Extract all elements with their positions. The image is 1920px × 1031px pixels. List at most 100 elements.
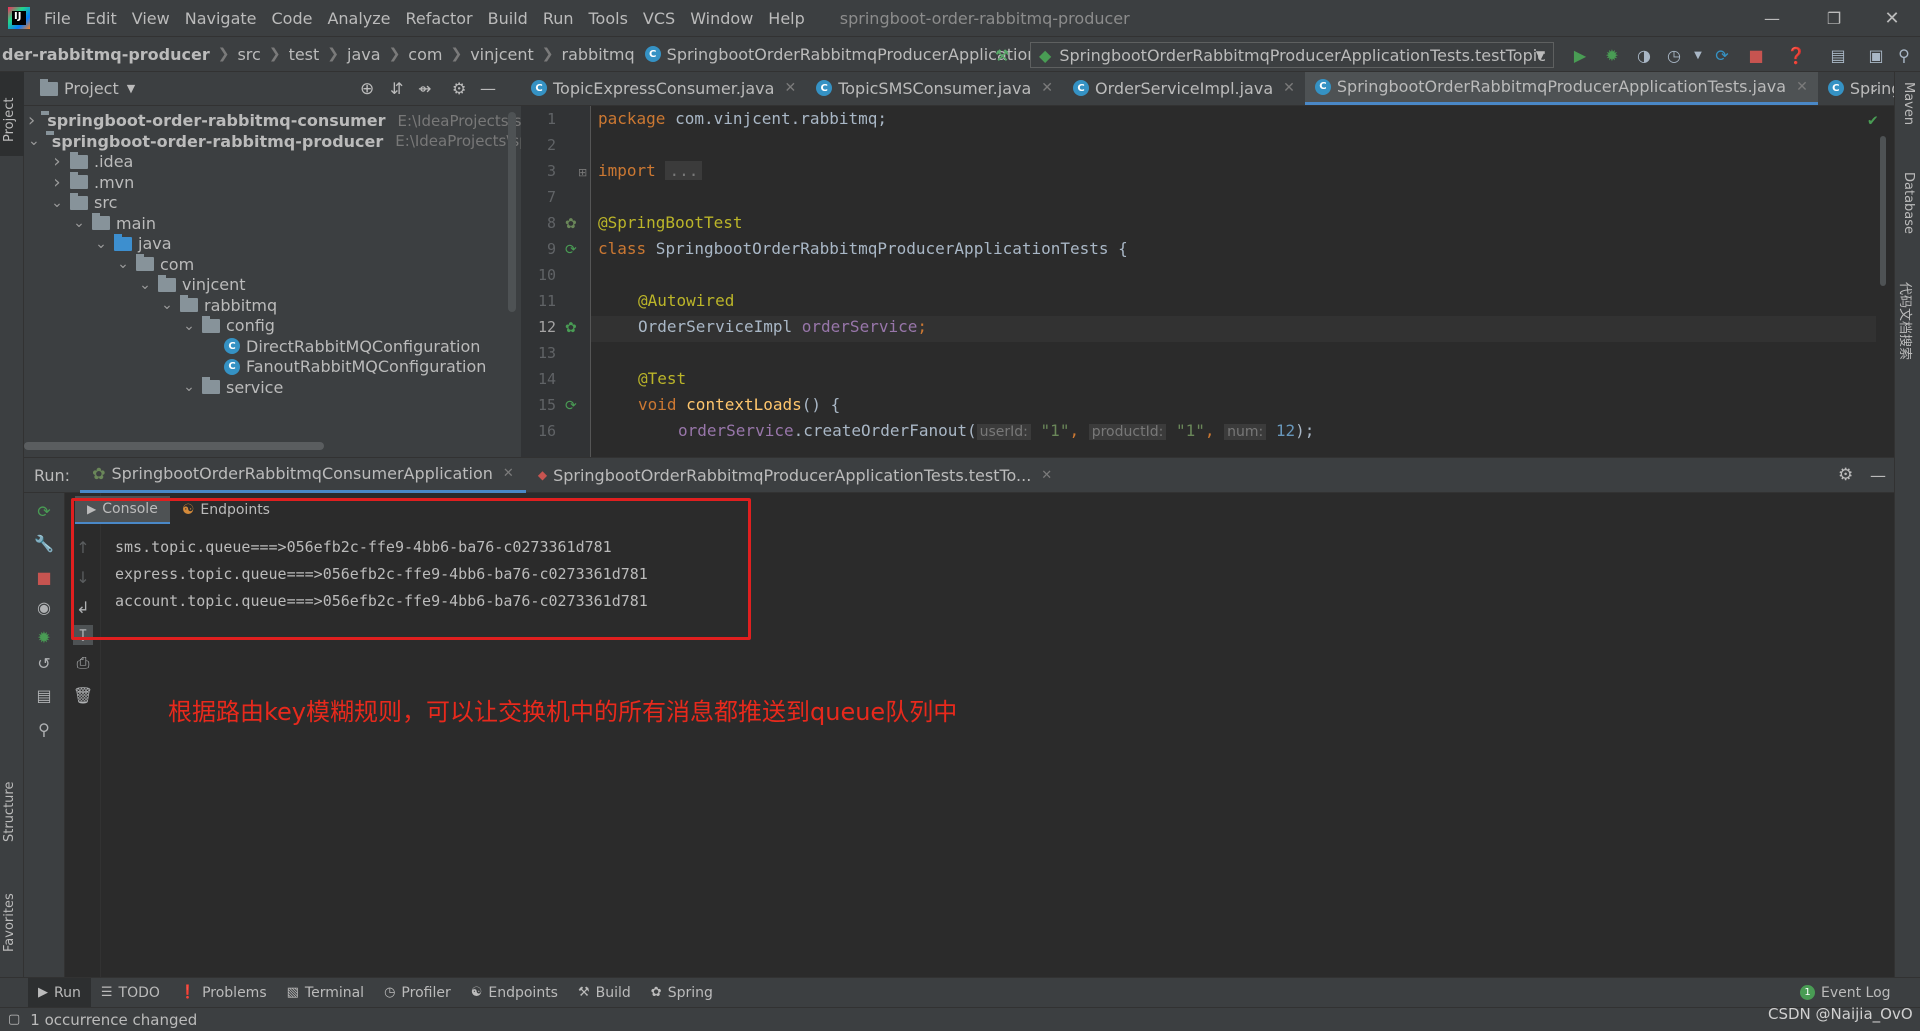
- tool-todo[interactable]: ☰ TODO: [91, 978, 170, 1008]
- tab-producer-application-tests[interactable]: C SpringbootOrderRabbitmqProducerApplica…: [1304, 72, 1818, 105]
- tab-topic-express-consumer[interactable]: C TopicExpressConsumer.java ✕: [521, 72, 806, 105]
- debugger-icon[interactable]: ✹: [34, 627, 54, 647]
- menu-tools[interactable]: Tools: [589, 9, 628, 28]
- tool-windows-toggle-icon[interactable]: ▢: [8, 1012, 20, 1027]
- chevron-down-icon[interactable]: ⌄: [50, 195, 64, 211]
- coverage-icon[interactable]: ◑: [1634, 45, 1654, 65]
- tab-order-service-impl[interactable]: C OrderServiceImpl.java ✕: [1063, 72, 1305, 105]
- menu-analyze[interactable]: Analyze: [327, 9, 390, 28]
- breadcrumb-src[interactable]: src: [237, 45, 260, 64]
- menu-help[interactable]: Help: [768, 9, 804, 28]
- doc-search-tab[interactable]: 代码文档搜索: [1897, 282, 1916, 360]
- menu-file[interactable]: File: [44, 9, 71, 28]
- wrench-icon[interactable]: 🔧: [34, 533, 54, 553]
- restore-icon[interactable]: ❐: [1806, 0, 1862, 36]
- menu-window[interactable]: Window: [690, 9, 753, 28]
- menu-navigate[interactable]: Navigate: [185, 9, 257, 28]
- tree-item[interactable]: ⌄ service: [24, 375, 521, 400]
- tab-topic-sms-consumer[interactable]: C TopicSMSConsumer.java ✕: [806, 72, 1063, 105]
- fold-icon[interactable]: ⊞: [578, 166, 587, 179]
- locate-icon[interactable]: ⊕: [360, 79, 374, 99]
- collapse-all-icon[interactable]: ⇴: [418, 79, 431, 98]
- menu-view[interactable]: View: [132, 9, 170, 28]
- breadcrumb-java[interactable]: java: [347, 45, 381, 64]
- menu-code[interactable]: Code: [272, 9, 313, 28]
- breadcrumb-vinjcent[interactable]: vinjcent: [470, 45, 534, 64]
- project-view-selector[interactable]: Project: [64, 79, 119, 98]
- chevron-down-icon[interactable]: ▼: [127, 82, 135, 95]
- menu-vcs[interactable]: VCS: [643, 9, 675, 28]
- print-icon[interactable]: ⎙: [73, 653, 93, 673]
- build-hammer-icon[interactable]: ⚒: [992, 45, 1012, 65]
- rerun-icon[interactable]: ⟳: [34, 501, 54, 521]
- close-tab-icon[interactable]: ✕: [503, 466, 514, 481]
- tool-terminal[interactable]: ▧ Terminal: [277, 978, 374, 1008]
- menu-run[interactable]: Run: [543, 9, 574, 28]
- exit-icon[interactable]: ↺: [34, 653, 54, 673]
- tool-build[interactable]: ⚒ Build: [568, 978, 641, 1008]
- tool-endpoints[interactable]: ☯ Endpoints: [461, 978, 568, 1008]
- breadcrumb-test[interactable]: test: [289, 45, 320, 64]
- close-tab-icon[interactable]: ✕: [1796, 79, 1808, 95]
- stop-icon[interactable]: ■: [34, 567, 54, 587]
- close-icon[interactable]: ✕: [1864, 0, 1920, 36]
- chevron-down-icon[interactable]: ⌄: [160, 297, 174, 313]
- code-editor[interactable]: package com.vinjcent.rabbitmq; import ..…: [598, 106, 1888, 457]
- tool-run[interactable]: ▶ Run: [28, 977, 91, 1008]
- profile-dropdown-icon[interactable]: ▼: [1688, 45, 1708, 65]
- tool-event-log[interactable]: 1 Event Log: [1790, 978, 1901, 1008]
- menu-refactor[interactable]: Refactor: [406, 9, 473, 28]
- run-test-icon[interactable]: ⟳: [565, 398, 577, 414]
- minimize-icon[interactable]: —: [1744, 0, 1800, 36]
- menu-edit[interactable]: Edit: [86, 9, 117, 28]
- editor-scrollbar[interactable]: [1880, 136, 1886, 286]
- breadcrumb-module[interactable]: der-rabbitmq-producer: [2, 45, 210, 64]
- run-icon[interactable]: ▶: [1570, 45, 1590, 65]
- search-icon[interactable]: ⚲: [1894, 45, 1914, 65]
- breadcrumb-class[interactable]: SpringbootOrderRabbitmqProducerApplicati…: [667, 45, 1078, 64]
- menu-build[interactable]: Build: [488, 9, 528, 28]
- vertical-scrollbar[interactable]: [508, 112, 516, 312]
- tabs-dropdown-icon[interactable]: ⌄: [1868, 80, 1880, 96]
- layout-icon[interactable]: ▣: [1866, 45, 1886, 65]
- expand-all-icon[interactable]: ⇵: [390, 79, 403, 98]
- run-tab-producer-tests[interactable]: ◆ SpringbootOrderRabbitmqProducerApplica…: [526, 457, 1064, 493]
- stop-icon[interactable]: ■: [1746, 45, 1766, 65]
- structure-tab[interactable]: Structure: [2, 782, 17, 842]
- trash-icon[interactable]: 🗑: [73, 685, 93, 705]
- tool-problems[interactable]: ❗ Problems: [170, 978, 277, 1008]
- gear-icon[interactable]: ⚙: [1838, 465, 1853, 485]
- chevron-down-icon[interactable]: ⌄: [28, 133, 40, 149]
- close-tab-icon[interactable]: ✕: [1041, 468, 1052, 483]
- favorites-tab[interactable]: Favorites: [2, 893, 17, 952]
- database-tab[interactable]: Database: [1901, 172, 1916, 234]
- breadcrumb-rabbitmq[interactable]: rabbitmq: [562, 45, 635, 64]
- pin-icon[interactable]: ⚲: [34, 719, 54, 739]
- tool-profiler[interactable]: ◷ Profiler: [374, 978, 461, 1008]
- chevron-down-icon[interactable]: ⌄: [182, 379, 196, 395]
- folded-imports[interactable]: ...: [665, 161, 703, 180]
- chevron-down-icon[interactable]: ⌄: [138, 277, 152, 293]
- breadcrumb-com[interactable]: com: [408, 45, 442, 64]
- hide-panel-icon[interactable]: —: [1870, 466, 1886, 485]
- tab-springboot-overflow[interactable]: C SpringbootC: [1818, 72, 1894, 105]
- project-structure-icon[interactable]: ▤: [1828, 45, 1848, 65]
- tool-spring[interactable]: ✿ Spring: [641, 978, 723, 1008]
- profile-icon[interactable]: ◷: [1664, 45, 1684, 65]
- chevron-down-icon[interactable]: ⌄: [182, 318, 196, 334]
- maven-tab[interactable]: Maven: [1901, 82, 1916, 125]
- chevron-down-icon[interactable]: ⌄: [72, 215, 86, 231]
- debug-icon[interactable]: ✹: [1602, 45, 1622, 65]
- project-tool-tab[interactable]: Project: [0, 72, 24, 156]
- layout-icon[interactable]: ▤: [34, 685, 54, 705]
- update-icon[interactable]: ⟳: [1712, 45, 1732, 65]
- autowired-icon[interactable]: ✿: [565, 320, 577, 336]
- close-tab-icon[interactable]: ✕: [1283, 80, 1295, 96]
- run-configuration-select[interactable]: ◆ SpringbootOrderRabbitmqProducerApplica…: [1030, 42, 1554, 68]
- horizontal-scrollbar[interactable]: [24, 442, 324, 450]
- run-tab-consumer[interactable]: ✿ SpringbootOrderRabbitmqConsumerApplica…: [80, 457, 526, 493]
- close-tab-icon[interactable]: ✕: [784, 80, 796, 96]
- help-icon[interactable]: ❓: [1786, 45, 1806, 65]
- chevron-down-icon[interactable]: ⌄: [116, 256, 130, 272]
- camera-icon[interactable]: ◉: [34, 597, 54, 617]
